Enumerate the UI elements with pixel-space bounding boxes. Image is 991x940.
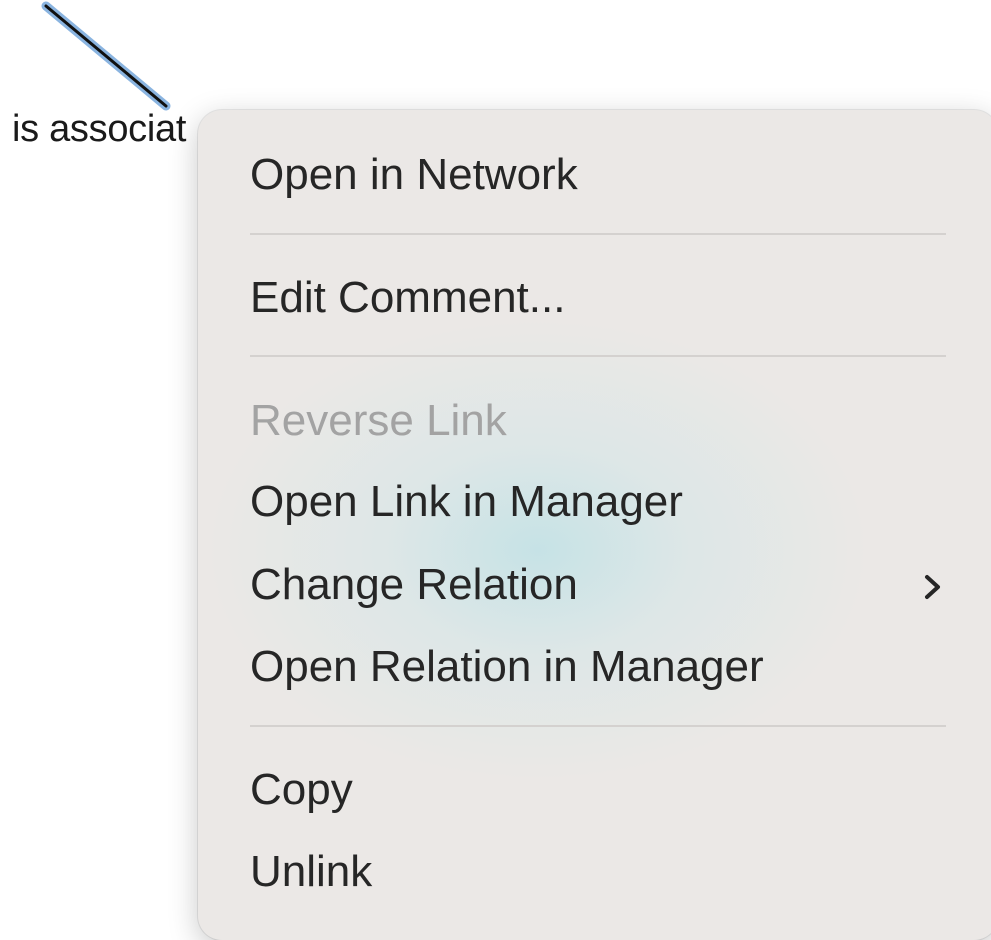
link-line-stroke [44,4,168,108]
menu-item-open-in-network[interactable]: Open in Network [250,140,991,210]
menu-separator [250,233,946,235]
chevron-right-icon [925,575,940,599]
link-label[interactable]: is associat [12,108,186,151]
menu-item-unlink[interactable]: Unlink [250,837,991,907]
menu-item-open-relation-in-manager[interactable]: Open Relation in Manager [250,632,991,702]
menu-item-change-relation[interactable]: Change Relation [250,550,991,620]
menu-item-copy[interactable]: Copy [250,755,991,825]
menu-item-edit-comment[interactable]: Edit Comment... [250,263,991,333]
context-menu: Open in Network Edit Comment... Reverse … [198,110,991,940]
menu-separator [250,355,946,357]
menu-item-open-link-in-manager[interactable]: Open Link in Manager [250,467,991,537]
menu-item-change-relation-label: Change Relation [250,560,578,609]
menu-separator [250,725,946,727]
menu-item-reverse-link: Reverse Link [250,396,507,445]
